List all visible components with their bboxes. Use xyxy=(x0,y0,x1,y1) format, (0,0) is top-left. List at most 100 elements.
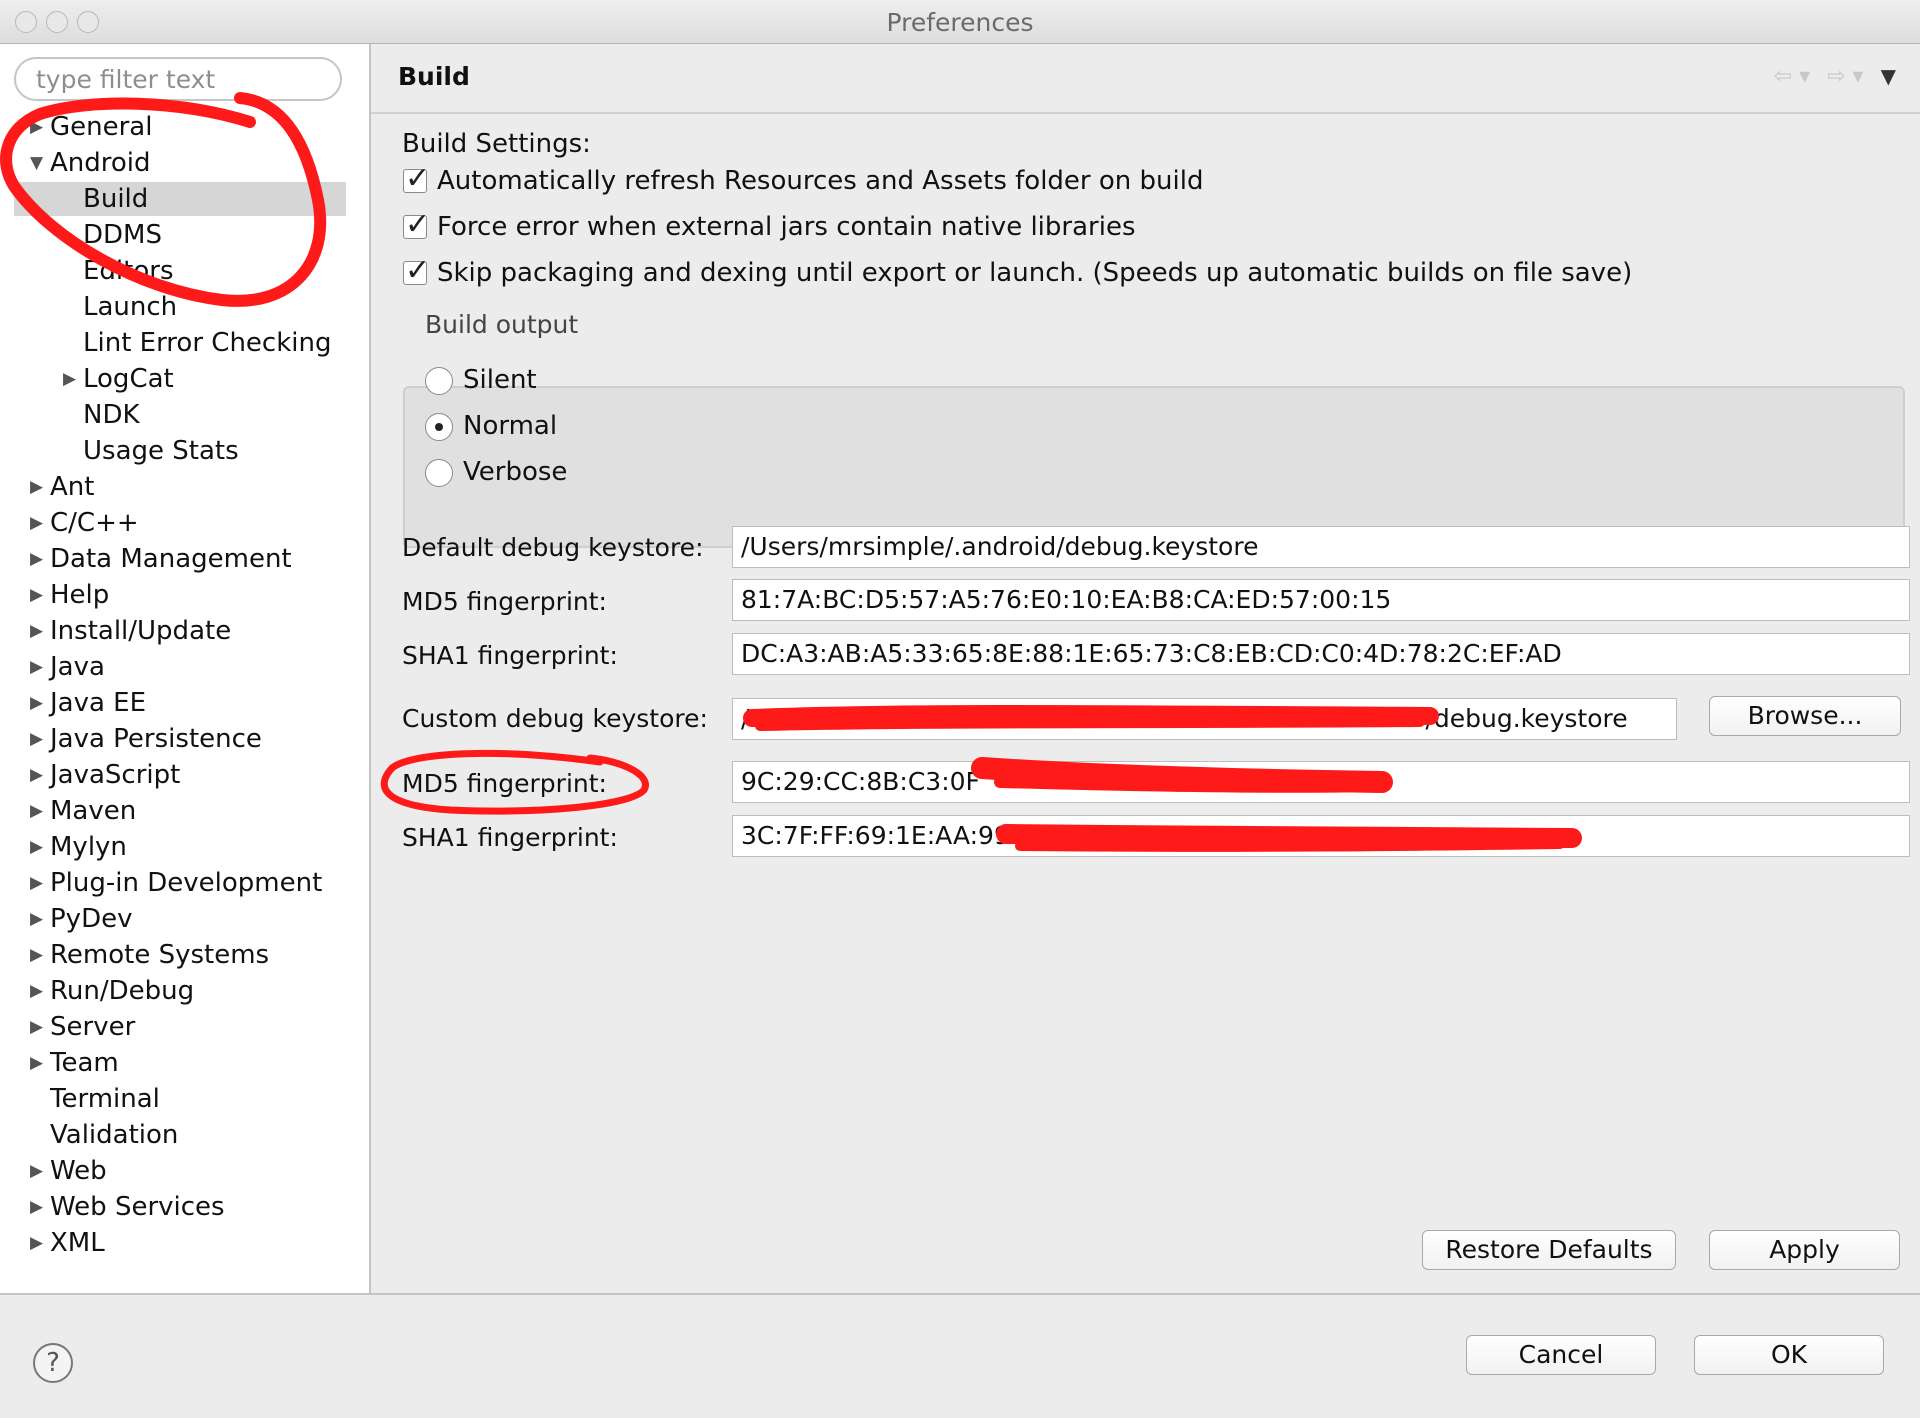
window-title: Preferences xyxy=(886,8,1034,37)
force-error-label: Force error when external jars contain n… xyxy=(437,212,1136,242)
collapsed-arrow-icon[interactable]: ▶ xyxy=(30,866,43,900)
custom-keystore-label: Custom debug keystore: xyxy=(402,704,708,733)
tree-item-ant[interactable]: ▶ Ant xyxy=(0,470,369,504)
tree-item-usage-stats[interactable]: Usage Stats xyxy=(0,434,369,468)
collapsed-arrow-icon[interactable]: ▶ xyxy=(30,830,43,864)
collapsed-arrow-icon[interactable]: ▶ xyxy=(30,650,43,684)
tree-item-xml[interactable]: ▶ XML xyxy=(0,1226,369,1260)
browse-button[interactable]: Browse... xyxy=(1709,696,1901,736)
tree-item-label: Install/Update xyxy=(50,616,232,646)
collapsed-arrow-icon[interactable]: ▶ xyxy=(30,578,43,612)
tree-item-label: Remote Systems xyxy=(50,940,270,970)
tree-item-label: Java Persistence xyxy=(50,724,262,754)
collapsed-arrow-icon[interactable]: ▶ xyxy=(30,542,43,576)
collapsed-arrow-icon[interactable]: ▶ xyxy=(30,506,43,540)
collapsed-arrow-icon[interactable]: ▶ xyxy=(30,1154,43,1188)
tree-item-install-update[interactable]: ▶ Install/Update xyxy=(0,614,369,648)
page-header: Build ⇦ ▾ ⇨ ▾ ▼ xyxy=(371,44,1920,114)
tree-item-help[interactable]: ▶ Help xyxy=(0,578,369,612)
ok-button[interactable]: OK xyxy=(1694,1335,1884,1375)
collapsed-arrow-icon[interactable]: ▶ xyxy=(30,758,43,792)
custom-sha1-field[interactable]: 3C:7F:FF:69:1E:AA:99 xyxy=(732,815,1910,857)
collapsed-arrow-icon[interactable]: ▶ xyxy=(30,1010,43,1044)
auto-refresh-checkbox[interactable] xyxy=(403,161,430,196)
preferences-window: Preferences ▶General▼AndroidBuildDDMSEdi… xyxy=(0,0,1920,1418)
tree-item-pydev[interactable]: ▶ PyDev xyxy=(0,902,369,936)
tree-item-javascript[interactable]: ▶ JavaScript xyxy=(0,758,369,792)
collapsed-arrow-icon[interactable]: ▶ xyxy=(30,686,43,720)
tree-item-build[interactable]: Build xyxy=(0,182,369,216)
tree-item-terminal[interactable]: Terminal xyxy=(0,1082,369,1116)
custom-sha1-label: SHA1 fingerprint: xyxy=(402,823,618,852)
custom-keystore-field[interactable]: / /debug.keystore xyxy=(732,698,1677,740)
collapsed-arrow-icon[interactable]: ▶ xyxy=(30,614,43,648)
collapsed-arrow-icon[interactable]: ▶ xyxy=(30,110,43,144)
tree-item-label: XML xyxy=(50,1228,105,1258)
tree-item-lint-error-checking[interactable]: Lint Error Checking xyxy=(0,326,369,360)
restore-defaults-button[interactable]: Restore Defaults xyxy=(1422,1230,1676,1270)
tree-item-label: Web Services xyxy=(50,1192,225,1222)
tree-item-label: Launch xyxy=(83,292,178,322)
tree-item-label: Validation xyxy=(50,1120,179,1150)
collapsed-arrow-icon[interactable]: ▶ xyxy=(30,902,43,936)
auto-refresh-label: Automatically refresh Resources and Asse… xyxy=(437,166,1204,196)
default-md5-field[interactable]: 81:7A:BC:D5:57:A5:76:E0:10:EA:B8:CA:ED:5… xyxy=(732,579,1910,621)
collapsed-arrow-icon[interactable]: ▶ xyxy=(30,722,43,756)
tree-item-logcat[interactable]: ▶ LogCat xyxy=(0,362,369,396)
collapsed-arrow-icon[interactable]: ▶ xyxy=(30,1226,43,1260)
tree-item-label: Maven xyxy=(50,796,137,826)
build-output-label: Build output xyxy=(425,310,579,339)
filter-input[interactable] xyxy=(14,57,342,101)
tree-item-web-services[interactable]: ▶ Web Services xyxy=(0,1190,369,1224)
tree-item-data-management[interactable]: ▶ Data Management xyxy=(0,542,369,576)
tree-item-java-persistence[interactable]: ▶ Java Persistence xyxy=(0,722,369,756)
collapsed-arrow-icon[interactable]: ▶ xyxy=(30,470,43,504)
collapsed-arrow-icon[interactable]: ▶ xyxy=(63,362,76,396)
tree-item-c-c[interactable]: ▶ C/C++ xyxy=(0,506,369,540)
tree-item-plug-in-development[interactable]: ▶ Plug-in Development xyxy=(0,866,369,900)
help-icon[interactable]: ? xyxy=(33,1343,73,1383)
collapsed-arrow-icon[interactable]: ▶ xyxy=(30,938,43,972)
tree-item-label: Java xyxy=(50,652,105,682)
back-arrow-icon[interactable]: ⇦ ▾ xyxy=(1774,64,1810,89)
tree-item-launch[interactable]: Launch xyxy=(0,290,369,324)
tree-item-editors[interactable]: Editors xyxy=(0,254,369,288)
tree-item-team[interactable]: ▶ Team xyxy=(0,1046,369,1080)
radio-silent-button[interactable] xyxy=(425,367,453,395)
tree-item-android[interactable]: ▼ Android xyxy=(0,146,369,180)
tree-item-label: JavaScript xyxy=(50,760,181,790)
radio-normal-button[interactable] xyxy=(425,413,453,441)
collapsed-arrow-icon[interactable]: ▶ xyxy=(30,1190,43,1224)
radio-verbose-button[interactable] xyxy=(425,459,453,487)
forward-arrow-icon[interactable]: ⇨ ▾ xyxy=(1827,64,1863,89)
title-bar[interactable]: Preferences xyxy=(0,0,1920,44)
view-menu-icon[interactable]: ▼ xyxy=(1881,64,1896,88)
tree-item-label: Plug-in Development xyxy=(50,868,323,898)
tree-item-ddms[interactable]: DDMS xyxy=(0,218,369,252)
custom-md5-field[interactable]: 9C:29:CC:8B:C3:0F xyxy=(732,761,1910,803)
tree-item-server[interactable]: ▶ Server xyxy=(0,1010,369,1044)
expanded-arrow-icon[interactable]: ▼ xyxy=(30,146,43,180)
tree-item-remote-systems[interactable]: ▶ Remote Systems xyxy=(0,938,369,972)
radio-normal-label: Normal xyxy=(463,411,558,441)
default-keystore-field[interactable]: /Users/mrsimple/.android/debug.keystore xyxy=(732,526,1910,568)
tree-item-maven[interactable]: ▶ Maven xyxy=(0,794,369,828)
preference-page: Build ⇦ ▾ ⇨ ▾ ▼ Build Settings: Automati… xyxy=(371,44,1920,1293)
cancel-button[interactable]: Cancel xyxy=(1466,1335,1656,1375)
tree-item-web[interactable]: ▶ Web xyxy=(0,1154,369,1188)
collapsed-arrow-icon[interactable]: ▶ xyxy=(30,1046,43,1080)
apply-button[interactable]: Apply xyxy=(1709,1230,1900,1270)
tree-item-java[interactable]: ▶ Java xyxy=(0,650,369,684)
tree-item-mylyn[interactable]: ▶ Mylyn xyxy=(0,830,369,864)
collapsed-arrow-icon[interactable]: ▶ xyxy=(30,794,43,828)
collapsed-arrow-icon[interactable]: ▶ xyxy=(30,974,43,1008)
tree-item-run-debug[interactable]: ▶ Run/Debug xyxy=(0,974,369,1008)
tree-item-ndk[interactable]: NDK xyxy=(0,398,369,432)
default-sha1-field[interactable]: DC:A3:AB:A5:33:65:8E:88:1E:65:73:C8:EB:C… xyxy=(732,633,1910,675)
force-error-checkbox[interactable] xyxy=(403,207,430,242)
skip-packaging-checkbox[interactable] xyxy=(403,253,430,288)
tree-item-validation[interactable]: Validation xyxy=(0,1118,369,1152)
custom-md5-label: MD5 fingerprint: xyxy=(402,769,607,798)
tree-item-general[interactable]: ▶ General xyxy=(0,110,369,144)
tree-item-java-ee[interactable]: ▶ Java EE xyxy=(0,686,369,720)
